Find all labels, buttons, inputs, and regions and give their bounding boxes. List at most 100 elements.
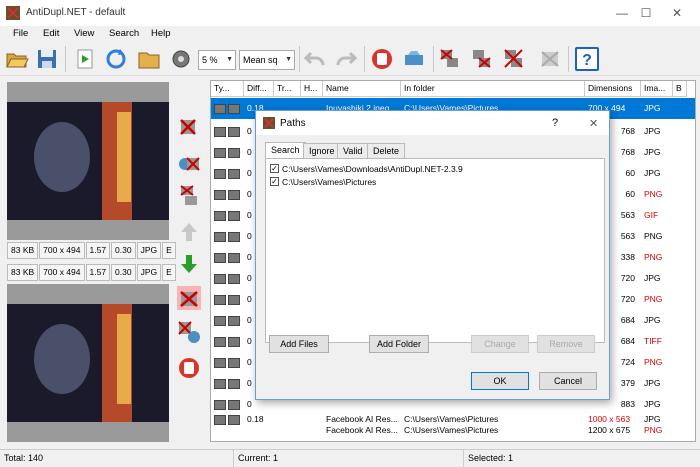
separator [433, 46, 434, 72]
dimensions: 700 x 494 [39, 264, 85, 281]
path-checkbox[interactable]: ✓ [270, 164, 279, 173]
open-folder-icon[interactable] [5, 47, 29, 71]
mistake-icon[interactable] [538, 47, 562, 71]
help-icon[interactable]: ? [575, 47, 599, 71]
cell-type: TIFF [644, 336, 662, 346]
delete-first-icon[interactable] [177, 116, 201, 140]
separator [568, 46, 569, 72]
column-difference[interactable]: Diff... [244, 81, 274, 97]
menu-file[interactable]: File [13, 28, 28, 39]
dialog-close-button[interactable]: ✕ [589, 117, 598, 130]
tab-search[interactable]: Search [265, 142, 306, 159]
cell-type: PNG [644, 425, 663, 435]
delete-second-icon[interactable] [177, 286, 201, 310]
svg-text:?: ? [582, 52, 592, 69]
menu-bar [0, 26, 700, 42]
cell-type: JPG [644, 378, 661, 388]
threshold-value: 5 % [202, 55, 218, 65]
save-icon[interactable] [35, 47, 59, 71]
app-icon [263, 117, 275, 129]
arrow-up-icon[interactable] [177, 220, 201, 244]
compare-mode-select[interactable]: Mean sq ▼ [239, 50, 295, 70]
file-size: 83 KB [7, 242, 39, 259]
separator [65, 46, 66, 72]
chevron-down-icon: ▼ [285, 56, 292, 63]
start-search-icon[interactable] [73, 47, 97, 71]
column-type[interactable]: Ty... [211, 81, 244, 97]
remove-button[interactable]: Remove [537, 335, 595, 353]
type-icon [211, 163, 244, 184]
delete-both-icon[interactable] [502, 47, 526, 71]
path-checkbox[interactable]: ✓ [270, 177, 279, 186]
cell-type: PNG [644, 189, 663, 199]
type-icon [211, 205, 244, 226]
type-cell [211, 420, 244, 440]
delete-second-icon[interactable] [470, 47, 494, 71]
cell-name: Facebook AI Res... [326, 425, 398, 435]
tab-valid[interactable]: Valid [337, 143, 369, 159]
menu-search[interactable]: Search [109, 28, 139, 39]
minimize-button[interactable]: — [612, 4, 632, 22]
threshold-select[interactable]: 5 % ▼ [198, 50, 236, 70]
first-image-info: 83 KB 700 x 494 1.57 0.30 JPG E [7, 242, 176, 259]
blockiness: 1.57 [85, 264, 111, 281]
column-transform[interactable]: Tr... [274, 81, 301, 97]
path-label: C:\Users\Vames\Pictures [282, 176, 377, 187]
blurring: 0.30 [111, 242, 136, 259]
status-bar: Total: 140 Current: 1 Selected: 1 [0, 449, 700, 467]
redo-icon[interactable] [334, 47, 358, 71]
delete-both-icon[interactable] [177, 184, 201, 208]
chevron-down-icon: ▼ [226, 56, 233, 63]
type-icon [211, 373, 244, 394]
undo-icon[interactable] [303, 47, 327, 71]
column-folder[interactable]: In folder [401, 81, 585, 97]
column-image-type[interactable]: Ima... [641, 81, 673, 97]
separator [364, 46, 365, 72]
refresh-icon[interactable] [104, 47, 128, 71]
swap-icon[interactable] [177, 320, 201, 344]
path-label: C:\Users\Vames\Downloads\AntiDupl.NET-2.… [282, 163, 463, 174]
menu-view[interactable]: View [74, 28, 94, 39]
diff-cell [244, 420, 274, 440]
add-folder-button[interactable]: Add Folder [369, 335, 429, 353]
menu-help[interactable]: Help [151, 28, 171, 39]
menu-edit[interactable]: Edit [43, 28, 59, 39]
delete-first-icon[interactable] [438, 47, 462, 71]
cell-type: PNG [644, 231, 663, 241]
type-icon [211, 98, 244, 119]
cell-folder: C:\Users\Vames\Pictures [404, 425, 499, 435]
close-button[interactable]: ✕ [667, 4, 687, 22]
file-size: 83 KB [7, 264, 39, 281]
add-files-button[interactable]: Add Files [269, 335, 329, 353]
paths-dialog: Paths ? ✕ Search Ignore Valid Delete ✓ C:… [255, 110, 610, 400]
column-b[interactable]: B [673, 81, 687, 97]
cell-dimensions: 1200 x 675 [588, 425, 631, 435]
folder-icon[interactable] [137, 47, 161, 71]
tab-ignore[interactable]: Ignore [303, 143, 341, 159]
dimensions: 700 x 494 [39, 242, 85, 259]
second-image-preview [7, 284, 169, 442]
arrow-down-icon[interactable] [177, 252, 201, 276]
tab-delete[interactable]: Delete [367, 143, 406, 159]
type-icon [211, 121, 244, 142]
maximize-button[interactable]: ☐ [636, 4, 656, 22]
cancel-button[interactable]: Cancel [539, 372, 597, 390]
change-button[interactable]: Change [471, 335, 529, 353]
stop-icon[interactable] [177, 356, 201, 380]
rename-icon[interactable] [177, 152, 201, 176]
table-row[interactable]: Facebook AI Res... C:\Users\Vames\Pictur… [211, 420, 695, 440]
type-icon [211, 226, 244, 247]
gear-icon[interactable] [169, 47, 193, 71]
column-name[interactable]: Name [323, 81, 401, 97]
path-item[interactable]: ✓ C:\Users\Vames\Downloads\AntiDupl.NET-2… [270, 162, 463, 175]
ok-button[interactable]: OK [471, 372, 529, 390]
column-hint[interactable]: H... [301, 81, 323, 97]
recycle-icon[interactable] [402, 47, 426, 71]
column-dimensions[interactable]: Dimensions [585, 81, 641, 97]
cell-type: JPG [644, 315, 661, 325]
path-item[interactable]: ✓ C:\Users\Vames\Pictures [270, 175, 376, 188]
dialog-help-button[interactable]: ? [552, 117, 558, 129]
stop-icon[interactable] [370, 47, 394, 71]
type-icon [211, 331, 244, 352]
type-icon [211, 289, 244, 310]
